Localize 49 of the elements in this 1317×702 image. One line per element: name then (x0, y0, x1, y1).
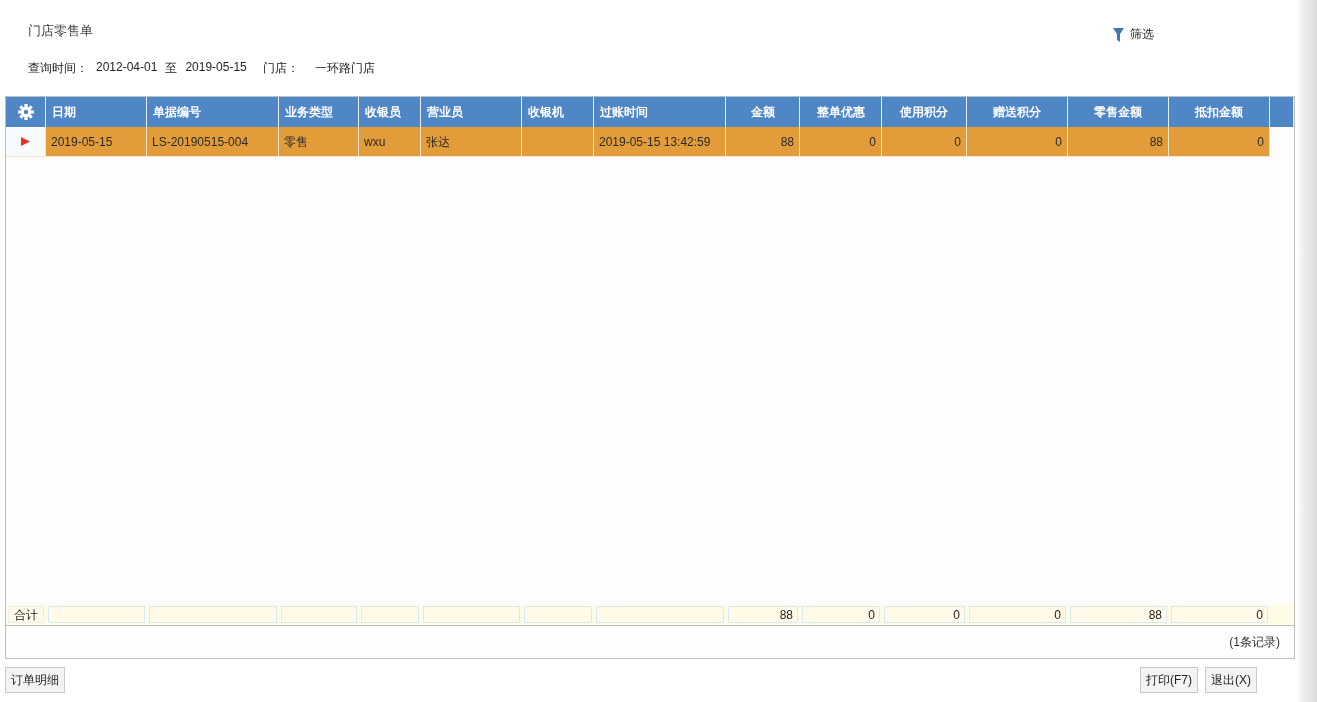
column-header[interactable]: 收银机 (522, 97, 594, 127)
column-header[interactable]: 使用积分 (882, 97, 967, 127)
table-cell: 0 (882, 127, 967, 157)
table-cell: 0 (967, 127, 1068, 157)
start-date: 2012-04-01 (96, 60, 158, 76)
table-cell: 0 (1169, 127, 1270, 157)
table-row[interactable]: 2019-05-15 LS-20190515-004 零售 wxu 张达 2019-05-15 13:42:59 88 0 0 0 88 0 (6, 127, 1294, 157)
record-count: (1条记录) (1229, 633, 1280, 651)
table-cell: wxu (359, 127, 421, 157)
total-cell: 88 (1070, 606, 1167, 623)
action-button[interactable]: 打印(F7) (1140, 667, 1198, 693)
header-filler (1270, 97, 1294, 127)
total-cell: 88 (728, 606, 798, 623)
table-cell: 88 (1068, 127, 1169, 157)
column-header[interactable]: 业务类型 (279, 97, 359, 127)
totals-label: 合计 (8, 606, 44, 623)
table-cell: LS-20190515-004 (147, 127, 279, 157)
column-header[interactable]: 日期 (46, 97, 147, 127)
table-cell: 2019-05-15 13:42:59 (594, 127, 726, 157)
filter-icon (1113, 27, 1124, 42)
settings-icon[interactable] (17, 104, 34, 120)
column-header[interactable]: 赠送积分 (967, 97, 1068, 127)
total-cell: 0 (969, 606, 1066, 623)
column-header[interactable]: 整单优惠 (800, 97, 882, 127)
total-cell: 0 (802, 606, 880, 623)
table-cell: 零售 (279, 127, 359, 157)
query-time-label: 查询时间： (28, 60, 88, 77)
page-title: 门店零售单 (28, 22, 93, 40)
table-cell: 0 (800, 127, 882, 157)
column-header[interactable]: 过账时间 (594, 97, 726, 127)
column-header[interactable]: 收银员 (359, 97, 421, 127)
action-button[interactable]: 退出(X) (1205, 667, 1257, 693)
column-header[interactable]: 金额 (726, 97, 800, 127)
column-header[interactable]: 单据编号 (147, 97, 279, 127)
detail-button[interactable]: 订单明细 (5, 667, 65, 693)
column-header[interactable]: 零售金额 (1068, 97, 1169, 127)
column-header[interactable]: 营业员 (421, 97, 522, 127)
store-name: 一环路门店 (314, 60, 375, 77)
current-row-icon (21, 137, 30, 146)
range-separator: 至 (165, 60, 178, 77)
filter-button[interactable]: 筛选 (1113, 26, 1154, 43)
table-cell: 张达 (421, 127, 522, 157)
table-cell: 88 (726, 127, 800, 157)
total-cell: 0 (884, 606, 965, 623)
total-cell: 0 (1171, 606, 1268, 623)
column-header[interactable]: 抵扣金额 (1169, 97, 1270, 127)
table-cell: 2019-05-15 (46, 127, 147, 157)
store-label: 门店： (262, 60, 299, 77)
end-date: 2019-05-15 (185, 60, 247, 76)
